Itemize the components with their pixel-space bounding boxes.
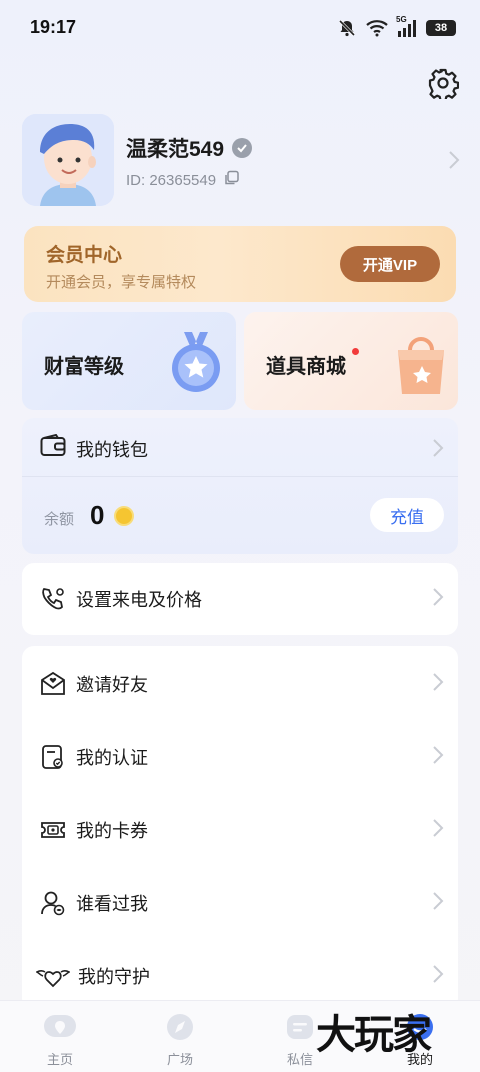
recharge-button[interactable]: 充值 [370,498,444,532]
home-icon [44,1015,76,1037]
balance-label: 余额 [44,511,75,528]
gear-icon [428,68,459,99]
nav-item-home[interactable]: 主页 [20,1013,100,1068]
certificate-icon [40,744,66,770]
nav-label: 私信 [286,1052,313,1067]
open-vip-button[interactable]: 开通VIP [340,246,440,282]
menu-card: 邀请好友 我的认证 我的卡券 谁看过我 我的守护 [22,646,458,1010]
wallet-icon [40,433,66,463]
vip-center-card[interactable]: 会员中心 开通会员，享专属特权 开通VIP [24,226,456,302]
watermark: 大玩家 [316,1013,432,1057]
menu-label: 邀请好友 [76,675,148,695]
call-settings-label: 设置来电及价格 [76,590,202,610]
settings-button[interactable] [424,64,462,102]
copy-icon[interactable] [224,170,240,190]
item-shop-label: 道具商城 [266,356,346,378]
nav-label: 广场 [166,1052,193,1067]
call-settings-card: 设置来电及价格 [22,563,458,635]
wifi-icon [366,20,388,37]
wallet-header[interactable]: 我的钱包 [22,418,458,476]
profile-nickname-row[interactable]: 温柔范549 [126,133,253,163]
vip-subtitle: 开通会员，享专属特权 [46,274,197,291]
status-bar: 19:17 5G 38 [0,0,480,56]
visitor-icon [40,890,66,916]
nav-item-plaza[interactable]: 广场 [140,1013,220,1068]
divider [22,476,458,477]
network-type: 5G [396,15,407,24]
menu-item-my-certification[interactable]: 我的认证 [22,721,458,793]
chevron-right-icon [432,964,444,989]
user-id-row: ID: 26365549 [126,170,240,190]
coin-icon [114,506,134,526]
menu-label: 我的认证 [76,748,148,768]
wealth-level-tile[interactable]: 财富等级 [22,312,236,410]
wallet-card: 我的钱包 余额 0 充值 [22,418,458,554]
vip-title: 会员中心 [46,245,123,266]
status-icons: 5G 38 [338,15,456,39]
menu-item-my-coupons[interactable]: 我的卡券 [22,794,458,866]
call-settings-row[interactable]: 设置来电及价格 [22,563,458,635]
menu-label: 我的卡券 [76,821,148,841]
wealth-level-label: 财富等级 [44,356,124,378]
verified-icon [232,138,253,158]
menu-label: 谁看过我 [76,894,148,914]
status-time: 19:17 [30,17,77,37]
ticket-icon [40,817,66,843]
compass-icon [167,1014,193,1040]
chevron-right-icon [432,438,444,463]
chevron-right-icon [432,587,444,612]
balance-value: 0 [90,500,105,530]
user-id: ID: 26365549 [126,171,217,189]
shopping-bag-icon [392,332,450,401]
chevron-right-icon [432,745,444,770]
wallet-title: 我的钱包 [76,440,148,460]
avatar-illustration [22,114,114,206]
signal-icon: 5G [396,15,416,37]
item-shop-tile[interactable]: 道具商城 [244,312,458,410]
guard-heart-icon [36,963,70,989]
menu-item-invite-friends[interactable]: 邀请好友 [22,648,458,720]
battery-icon: 38 [426,20,456,36]
chevron-right-icon[interactable] [448,150,460,175]
nickname: 温柔范549 [126,138,225,161]
message-icon [287,1015,313,1039]
medal-icon [166,330,226,401]
invite-icon [40,671,66,697]
chevron-right-icon [432,672,444,697]
menu-label: 我的守护 [78,967,150,987]
notification-dot [352,348,359,355]
mute-bell-icon [338,19,356,37]
phone-settings-icon [40,586,66,612]
avatar[interactable] [22,114,114,206]
menu-item-who-viewed-me[interactable]: 谁看过我 [22,867,458,939]
nav-label: 主页 [46,1052,73,1067]
chevron-right-icon [432,891,444,916]
chevron-right-icon [432,818,444,843]
